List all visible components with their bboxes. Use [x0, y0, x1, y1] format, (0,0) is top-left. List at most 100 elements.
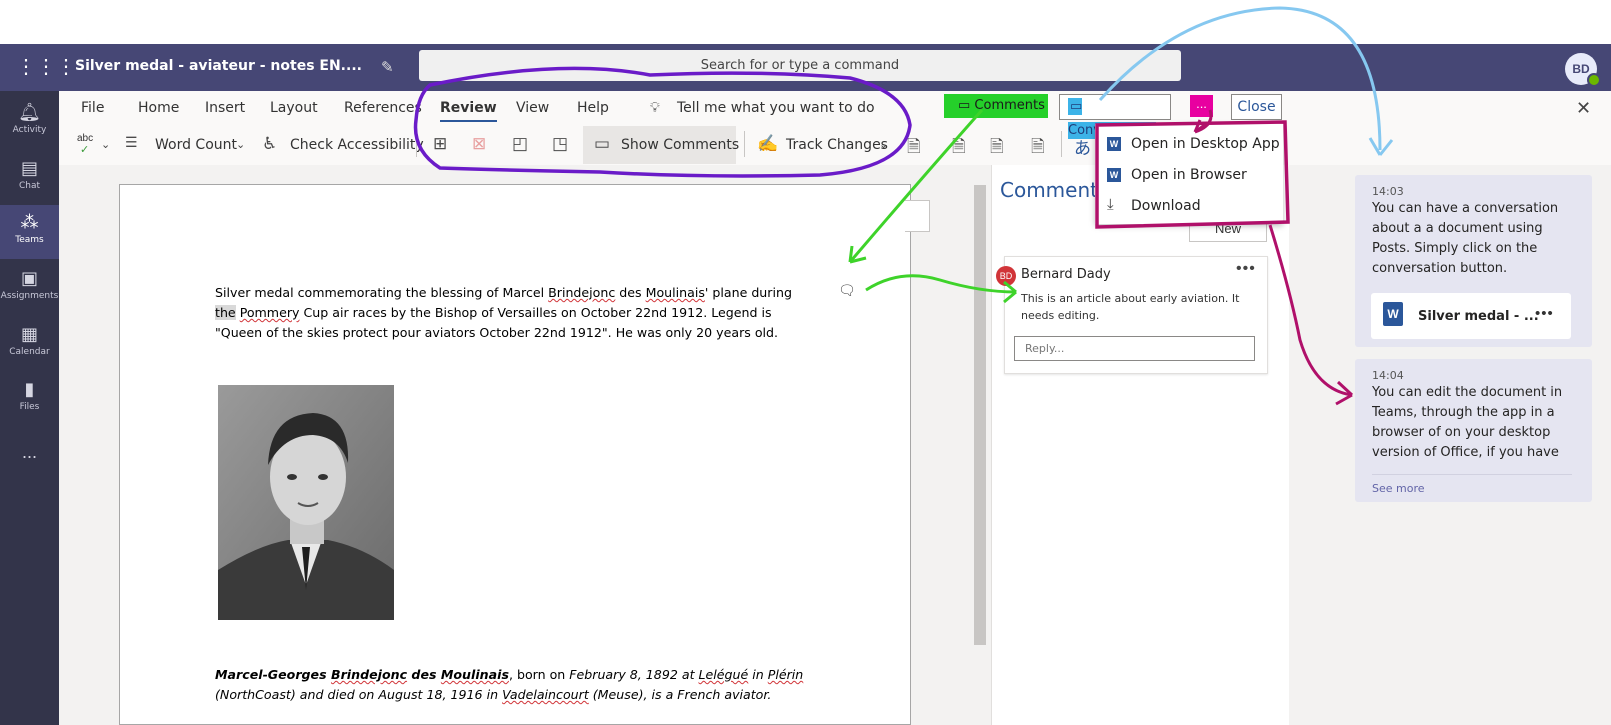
- calendar-icon: ▦: [20, 324, 38, 345]
- text-run: Marcel-Georges: [215, 667, 331, 682]
- track-changes-icon: ✍: [757, 134, 779, 153]
- app-launcher-icon[interactable]: ⋮⋮⋮: [16, 56, 76, 78]
- previous-comment-icon[interactable]: ◰: [512, 134, 528, 154]
- text-run: Pommery: [239, 305, 300, 320]
- menu-item-open-desktop[interactable]: Open in Desktop App: [1131, 136, 1280, 152]
- text-run: des: [615, 285, 646, 300]
- document-title: Silver medal - aviateur - notes EN....: [75, 58, 362, 74]
- rail-item-activity[interactable]: 🔔︎ Activity: [0, 95, 59, 149]
- spelling-check-icon: ✓: [80, 144, 90, 156]
- check-accessibility-button[interactable]: Check Accessibility: [290, 137, 424, 153]
- text-run: Cup air races by the Bishop of Versaille…: [215, 305, 779, 340]
- comments-pane: [991, 165, 1290, 725]
- text-run: Plérin: [767, 667, 804, 682]
- reply-input[interactable]: Reply...: [1014, 336, 1255, 361]
- text-run: Moulinais: [645, 285, 705, 300]
- attachment-more-icon[interactable]: •••: [1535, 305, 1554, 322]
- more-apps-icon[interactable]: ...: [0, 442, 59, 463]
- text-run: in: [748, 667, 768, 682]
- see-more-link[interactable]: See more: [1372, 482, 1425, 495]
- text-run: August 18, 1916 in: [378, 687, 503, 702]
- document-paragraph[interactable]: Silver medal commemorating the blessing …: [215, 283, 805, 343]
- show-comments-icon: ▭: [594, 134, 611, 153]
- tab-help[interactable]: Help: [577, 100, 609, 116]
- track-changes-button[interactable]: Track Changes: [786, 137, 888, 153]
- text-run: February 8, 1892 at: [569, 667, 699, 682]
- tab-layout[interactable]: Layout: [270, 100, 318, 116]
- commented-text[interactable]: the: [215, 305, 236, 320]
- comments-pane-title: Comments: [1000, 178, 1109, 202]
- text-run: ' plane during: [704, 285, 792, 300]
- show-comments-button[interactable]: Show Comments: [621, 137, 739, 153]
- avatar: BD: [996, 266, 1016, 286]
- tab-review[interactable]: Review: [440, 100, 497, 122]
- chevron-down-icon[interactable]: ⌄: [101, 138, 110, 151]
- more-options-button[interactable]: ...: [1190, 95, 1213, 117]
- word-count-button[interactable]: Word Count: [155, 137, 237, 153]
- comment-more-icon[interactable]: •••: [1236, 260, 1256, 278]
- close-icon[interactable]: ✕: [1576, 98, 1591, 119]
- text-run: Silver medal commemorating the blessing …: [215, 285, 549, 300]
- comment-marker-icon[interactable]: 🗨︎: [838, 282, 856, 299]
- lightbulb-icon: 💡︎: [650, 100, 660, 116]
- portrait-photo: [218, 385, 394, 620]
- text-run: Lelégué: [698, 667, 749, 682]
- rail-item-assignments[interactable]: ▣ Assignments: [0, 261, 59, 315]
- presence-available-icon: [1587, 73, 1601, 87]
- comments-button[interactable]: ▭ Comments: [944, 94, 1048, 118]
- reject-change-icon[interactable]: 🗎︎: [952, 134, 966, 163]
- chevron-down-icon[interactable]: ⌄: [236, 138, 245, 151]
- scrollbar-thumb[interactable]: [974, 185, 986, 645]
- tab-home[interactable]: Home: [138, 100, 179, 116]
- rail-item-label: Chat: [18, 181, 41, 191]
- rail-item-label: Calendar: [9, 347, 50, 357]
- menu-item-open-browser[interactable]: Open in Browser: [1131, 167, 1247, 183]
- search-input[interactable]: Search for or type a command: [419, 50, 1181, 81]
- new-comment-icon[interactable]: ⊞: [433, 134, 447, 154]
- text-run: (NorthCoast) and died on: [215, 687, 379, 702]
- next-comment-icon[interactable]: ◳: [552, 134, 568, 154]
- download-icon: ⤓: [1107, 196, 1114, 213]
- close-button[interactable]: Close: [1231, 94, 1282, 120]
- rail-item-teams[interactable]: ⁂ Teams: [0, 205, 59, 259]
- word-icon: W: [1107, 137, 1121, 151]
- post-text: You can edit the document in Teams, thro…: [1372, 385, 1563, 460]
- chat-icon: ▤: [20, 158, 38, 179]
- rail-item-chat[interactable]: ▤ Chat: [0, 151, 59, 205]
- text-run: Brindejonc: [330, 667, 408, 682]
- conversation-button[interactable]: ▭ Conversation: [1059, 94, 1171, 139]
- accept-change-icon[interactable]: 🗎︎: [907, 134, 921, 163]
- menu-item-download[interactable]: Download: [1131, 198, 1201, 214]
- rail-item-files[interactable]: ▮ Files: [0, 372, 59, 426]
- divider: [416, 131, 417, 157]
- new-chat-icon[interactable]: ✎: [381, 58, 394, 76]
- assignments-icon: ▣: [20, 268, 38, 289]
- tab-insert[interactable]: Insert: [205, 100, 245, 116]
- previous-change-icon[interactable]: 🗎︎: [990, 134, 1004, 163]
- comment-text: This is an article about early aviation.…: [1021, 292, 1240, 322]
- rail-item-label: Files: [19, 402, 40, 412]
- bell-icon: 🔔︎: [18, 102, 41, 123]
- text-run: (Meuse), is a French aviator.: [588, 687, 772, 702]
- document-caption[interactable]: Marcel-Georges Brindejonc des Moulinais,…: [215, 665, 835, 705]
- tell-me-input[interactable]: Tell me what you want to do: [677, 100, 875, 116]
- next-change-icon[interactable]: 🗎︎: [1031, 134, 1045, 163]
- divider: [1061, 131, 1062, 157]
- tab-view[interactable]: View: [516, 100, 549, 116]
- files-icon: ▮: [24, 379, 35, 400]
- tab-file[interactable]: File: [81, 100, 104, 116]
- chevron-down-icon[interactable]: ⌄: [879, 138, 888, 151]
- tab-references[interactable]: References: [344, 100, 422, 116]
- page-edge: [905, 200, 930, 232]
- rail-item-label: Assignments: [0, 291, 59, 301]
- divider: [1372, 474, 1572, 475]
- rail-item-label: Activity: [12, 125, 47, 135]
- text-run: Moulinais: [440, 667, 509, 682]
- rail-item-label: Teams: [15, 235, 44, 245]
- comment-icon: ▭: [958, 98, 975, 113]
- rail-item-calendar[interactable]: ▦ Calendar: [0, 317, 59, 371]
- comments-button-label: Comments: [974, 98, 1045, 113]
- delete-comment-icon[interactable]: ⊠: [472, 134, 486, 154]
- post-text: You can have a conversation about a a do…: [1372, 201, 1559, 276]
- text-run: Brindejonc: [548, 285, 616, 300]
